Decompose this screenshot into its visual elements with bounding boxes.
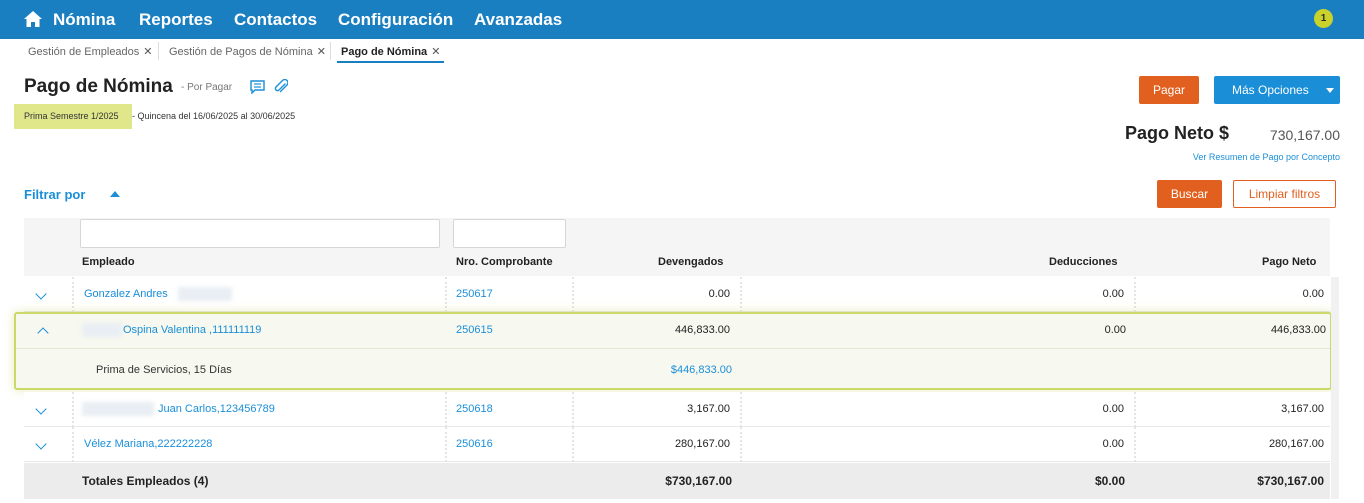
devengados-value: 280,167.00 [674, 438, 730, 450]
table-row[interactable]: Gonzalez Andres 250617 0.00 0.00 0.00 [24, 277, 1330, 312]
column-divider [740, 277, 742, 312]
table-row[interactable]: Vélez Mariana,222222228 250616 280,167.0… [24, 427, 1330, 462]
comment-icon[interactable] [250, 80, 265, 94]
redacted-text [82, 402, 154, 416]
column-divider [1134, 392, 1136, 427]
totals-row: Totales Empleados (4) $730,167.00 $0.00 … [24, 463, 1330, 499]
column-divider [445, 277, 447, 312]
redacted-text [178, 287, 232, 301]
column-divider [445, 427, 447, 462]
net-pay-value: 730,167.00 [1269, 127, 1340, 143]
column-divider [1134, 277, 1136, 312]
nav-reportes[interactable]: Reportes [139, 0, 213, 39]
caret-up-icon[interactable] [110, 191, 120, 197]
voucher-number[interactable]: 250615 [456, 314, 493, 346]
more-options-button[interactable]: Más Opciones [1214, 76, 1340, 104]
close-icon[interactable]: ✕ [143, 46, 152, 58]
chevron-up-icon[interactable] [37, 327, 49, 339]
col-header-devengados[interactable]: Devengados [658, 256, 723, 268]
tab-label: Gestión de Pagos de Nómina [169, 46, 313, 58]
voucher-number[interactable]: 250616 [456, 427, 493, 462]
net-pay-value: 0.00 [1302, 288, 1324, 300]
table-row[interactable]: Juan Carlos,123456789 250618 3,167.00 0.… [24, 392, 1330, 427]
summary-by-concept-link[interactable]: Ver Resumen de Pago por Concepto [1193, 152, 1340, 162]
pay-button[interactable]: Pagar [1139, 76, 1199, 104]
chevron-down-icon[interactable] [35, 288, 47, 300]
column-divider [572, 427, 574, 462]
column-divider [572, 277, 574, 312]
paperclip-icon[interactable] [274, 79, 288, 95]
page-title: Pago de Nómina [24, 76, 173, 97]
scrollbar[interactable] [1331, 277, 1339, 499]
column-divider [72, 277, 74, 312]
tab-divider [330, 42, 331, 60]
devengados-value: 0.00 [708, 288, 730, 300]
nav-contactos[interactable]: Contactos [234, 0, 317, 39]
employee-name[interactable]: Gonzalez Andres [84, 277, 168, 312]
totals-net-pay: $730,167.00 [1257, 474, 1324, 488]
notification-badge[interactable]: 1 [1314, 9, 1333, 28]
totals-devengados: $730,167.00 [665, 474, 732, 488]
deducciones-value: 0.00 [1102, 403, 1124, 415]
close-icon[interactable]: ✕ [317, 46, 326, 58]
net-pay-value: 3,167.00 [1281, 403, 1324, 415]
column-divider [740, 427, 742, 462]
totals-deducciones: $0.00 [1094, 474, 1125, 488]
divider [16, 348, 1330, 349]
search-button[interactable]: Buscar [1157, 180, 1222, 208]
nav-nomina[interactable]: Nómina [53, 0, 115, 39]
deducciones-value: 0.00 [1102, 438, 1124, 450]
column-divider [572, 392, 574, 427]
status-text: - Por Pagar [181, 82, 233, 93]
employee-filter-input[interactable] [80, 219, 440, 248]
col-header-voucher[interactable]: Nro. Comprobante [456, 256, 553, 268]
totals-label: Totales Empleados (4) [82, 474, 209, 488]
employee-name[interactable]: Ospina Valentina ,111111119 [123, 314, 261, 346]
net-pay-value: 446,833.00 [1270, 324, 1326, 336]
nav-avanzadas[interactable]: Avanzadas [474, 0, 562, 39]
voucher-number[interactable]: 250617 [456, 277, 493, 312]
devengados-value: 446,833.00 [674, 324, 730, 336]
column-divider [72, 427, 74, 462]
close-icon[interactable]: ✕ [431, 46, 440, 58]
detail-concept: Prima de Servicios, 15 Días [96, 364, 232, 376]
deducciones-value: 0.00 [1102, 288, 1124, 300]
tab-pago-nomina[interactable]: Pago de Nómina ✕ [337, 41, 445, 63]
deducciones-value: 0.00 [1104, 324, 1126, 336]
caret-down-icon [1326, 88, 1334, 93]
period-badge: Prima Semestre 1/2025 [14, 104, 132, 129]
tab-label: Gestión de Empleados [28, 46, 140, 58]
nav-configuracion[interactable]: Configuración [338, 0, 453, 39]
redacted-text [82, 323, 122, 337]
detail-amount[interactable]: $446,833.00 [576, 352, 732, 388]
tab-label: Pago de Nómina [341, 46, 428, 58]
filter-toggle[interactable]: Filtrar por [24, 187, 85, 202]
voucher-filter-input[interactable] [453, 219, 566, 248]
chevron-down-icon[interactable] [35, 403, 47, 415]
column-divider [740, 392, 742, 427]
more-options-label: Más Opciones [1232, 83, 1309, 97]
home-icon[interactable] [24, 11, 42, 27]
tab-gestion-empleados[interactable]: Gestión de Empleados ✕ [24, 41, 157, 63]
voucher-number[interactable]: 250618 [456, 392, 493, 427]
top-nav: Nómina Reportes Contactos Configuración … [0, 0, 1364, 39]
col-header-net-pay[interactable]: Pago Neto [1262, 256, 1316, 268]
devengados-value: 3,167.00 [687, 403, 730, 415]
employee-name[interactable]: Juan Carlos,123456789 [158, 392, 275, 427]
column-divider [445, 392, 447, 427]
period-description: - Quincena del 16/06/2025 al 30/06/2025 [132, 111, 296, 121]
net-pay-label: Pago Neto $ [1125, 123, 1230, 143]
column-divider [1134, 427, 1136, 462]
chevron-down-icon[interactable] [35, 438, 47, 450]
column-divider [72, 392, 74, 427]
expanded-row-group: Ospina Valentina ,111111119 250615 446,8… [14, 312, 1332, 390]
tab-gestion-pagos[interactable]: Gestión de Pagos de Nómina ✕ [165, 41, 330, 63]
employee-name[interactable]: Vélez Mariana,222222228 [84, 427, 212, 462]
col-header-deducciones[interactable]: Deducciones [1049, 256, 1117, 268]
col-header-employee[interactable]: Empleado [82, 256, 135, 268]
tab-divider [158, 42, 159, 60]
net-pay-value: 280,167.00 [1268, 438, 1324, 450]
clear-filters-button[interactable]: Limpiar filtros [1233, 180, 1336, 208]
